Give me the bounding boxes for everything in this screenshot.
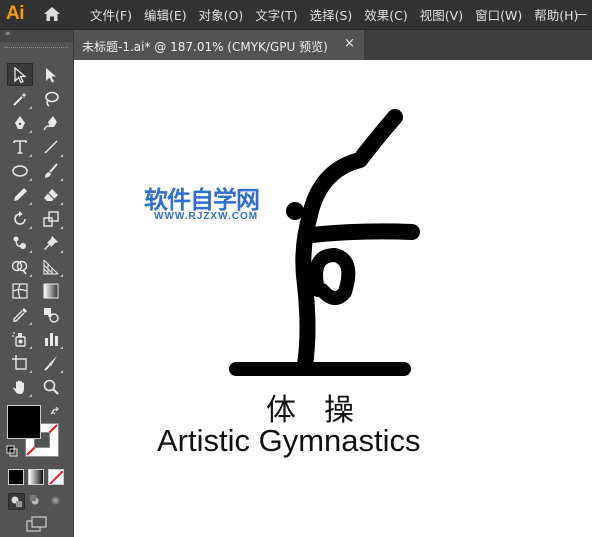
perspective-grid-tool[interactable] bbox=[38, 255, 64, 278]
watermark-url: WWW.RJZXW.COM bbox=[154, 211, 259, 222]
direct-selection-icon bbox=[46, 67, 56, 82]
pin-icon bbox=[44, 235, 58, 250]
document-tab[interactable]: 未标题-1.ai* @ 187.01% (CMYK/GPU 预览) × bbox=[74, 30, 364, 60]
hand-icon bbox=[13, 380, 24, 394]
eyedropper-tool[interactable] bbox=[7, 303, 33, 326]
symbol-sprayer-icon bbox=[12, 331, 26, 347]
none-slash-icon bbox=[49, 470, 63, 484]
puppet-warp-tool[interactable] bbox=[7, 231, 33, 254]
knife-icon bbox=[44, 355, 57, 371]
shaper-tool[interactable] bbox=[7, 183, 33, 206]
gradient-tool[interactable] bbox=[38, 279, 64, 302]
line-segment-tool[interactable] bbox=[38, 135, 64, 158]
gradient-mode-button[interactable] bbox=[28, 469, 44, 485]
menu-item-6[interactable]: 视图(V) bbox=[414, 5, 469, 24]
minimize-button[interactable]: — bbox=[570, 0, 592, 29]
column-graph-tool[interactable] bbox=[38, 327, 64, 350]
artboard-icon bbox=[12, 354, 27, 370]
paintbrush-icon bbox=[45, 162, 58, 178]
eraser-tool[interactable] bbox=[38, 183, 64, 206]
gradient-icon bbox=[43, 283, 59, 298]
artboard-tool[interactable] bbox=[7, 351, 33, 374]
fill-swatch-front[interactable] bbox=[7, 405, 41, 439]
main-menu: 文件(F) 编辑(E) 对象(O) 文字(T) 选择(S) 效果(C) 视图(V) 窗口(W)… bbox=[84, 0, 584, 29]
artwork-english-title[interactable]: Artistic Gymnastics bbox=[157, 423, 421, 459]
menu-item-3[interactable]: 文字(T) bbox=[249, 5, 303, 24]
menu-item-2[interactable]: 对象(O) bbox=[193, 5, 250, 24]
pencil-icon bbox=[14, 187, 27, 201]
shape-builder-icon bbox=[11, 260, 28, 275]
draw-normal-button[interactable] bbox=[8, 493, 25, 510]
free-transform-tool[interactable] bbox=[38, 231, 64, 254]
zoom-tool[interactable] bbox=[38, 375, 64, 398]
draw-behind-button[interactable] bbox=[28, 493, 43, 508]
curvature-pen-icon bbox=[43, 115, 57, 130]
document-tab-bar: 未标题-1.ai* @ 187.01% (CMYK/GPU 预览) × bbox=[74, 30, 592, 60]
paintbrush-tool[interactable] bbox=[38, 159, 64, 182]
slice-tool[interactable] bbox=[38, 351, 64, 374]
draw-normal-icon bbox=[11, 496, 22, 507]
menu-item-5[interactable]: 效果(C) bbox=[358, 5, 413, 24]
artboard-canvas[interactable] bbox=[74, 60, 592, 537]
type-tool[interactable] bbox=[7, 135, 33, 158]
rotate-tool[interactable] bbox=[7, 207, 33, 230]
screen-mode-icon bbox=[26, 516, 47, 532]
selection-arrow-icon bbox=[14, 66, 27, 83]
lasso-icon bbox=[45, 91, 59, 107]
screen-mode-button[interactable] bbox=[26, 516, 48, 532]
menu-item-1[interactable]: 编辑(E) bbox=[138, 5, 193, 24]
direct-selection-tool[interactable] bbox=[38, 63, 64, 86]
mesh-tool[interactable] bbox=[7, 279, 33, 302]
home-icon[interactable] bbox=[43, 6, 61, 22]
document-tab-title: 未标题-1.ai* @ 187.01% (CMYK/GPU 预览) bbox=[82, 40, 328, 54]
magic-wand-icon bbox=[13, 91, 27, 106]
mesh-icon bbox=[12, 282, 28, 299]
app-logo: Ai bbox=[6, 3, 25, 24]
blend-icon bbox=[44, 307, 59, 323]
type-t-icon bbox=[13, 139, 27, 154]
magnifier-icon bbox=[43, 379, 59, 395]
color-mode-button[interactable] bbox=[8, 469, 24, 485]
hand-tool[interactable] bbox=[7, 375, 33, 398]
menu-item-4[interactable]: 选择(S) bbox=[304, 5, 359, 24]
lasso-tool[interactable] bbox=[38, 87, 64, 110]
column-graph-icon bbox=[45, 332, 58, 346]
rotate-icon bbox=[14, 210, 26, 225]
symbol-sprayer-tool[interactable] bbox=[7, 327, 33, 350]
pen-icon bbox=[15, 115, 25, 129]
eyedropper-icon bbox=[13, 307, 27, 322]
selection-tool[interactable] bbox=[7, 63, 33, 86]
draw-behind-icon bbox=[30, 495, 39, 505]
pen-tool[interactable] bbox=[7, 111, 33, 134]
ellipse-tool[interactable] bbox=[7, 159, 33, 182]
perspective-grid-icon bbox=[43, 259, 59, 275]
scale-tool[interactable] bbox=[38, 207, 64, 230]
curvature-tool[interactable] bbox=[38, 111, 64, 134]
watermark-text: 软件自学网 bbox=[144, 186, 260, 214]
none-mode-button[interactable] bbox=[48, 469, 64, 485]
line-segment-icon bbox=[44, 139, 58, 154]
magic-wand-tool[interactable] bbox=[7, 87, 33, 110]
draw-inside-button[interactable] bbox=[48, 493, 63, 508]
panel-grip[interactable] bbox=[4, 47, 68, 51]
ellipse-icon bbox=[12, 164, 28, 177]
swap-fill-stroke-icon[interactable] bbox=[50, 406, 62, 418]
menu-item-0[interactable]: 文件(F) bbox=[84, 5, 138, 24]
menu-bar: Ai 文件(F) 编辑(E) 对象(O) 文字(T) 选择(S) 效果(C) 视图(V) 窗口… bbox=[0, 0, 592, 30]
tools-panel: « bbox=[0, 29, 74, 537]
tools-panel-header: « bbox=[0, 29, 73, 42]
draw-inside-icon bbox=[51, 496, 60, 505]
close-tab-button[interactable]: × bbox=[344, 36, 355, 51]
puppet-warp-icon bbox=[13, 236, 26, 249]
menu-item-7[interactable]: 窗口(W) bbox=[469, 5, 528, 24]
default-colors-icon[interactable] bbox=[6, 445, 18, 457]
blend-tool[interactable] bbox=[38, 303, 64, 326]
shape-builder-tool[interactable] bbox=[7, 255, 33, 278]
eraser-icon bbox=[44, 188, 58, 201]
scale-icon bbox=[43, 210, 59, 227]
collapse-toggle[interactable]: « bbox=[5, 29, 11, 39]
